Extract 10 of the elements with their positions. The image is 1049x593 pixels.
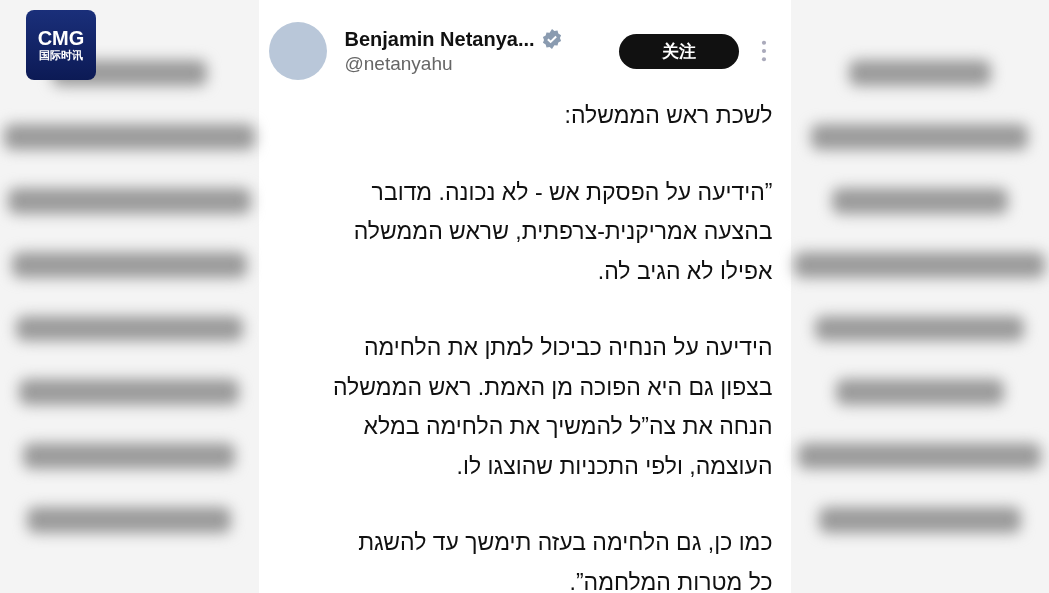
more-options-icon[interactable]: [760, 40, 767, 62]
post-text: לשכת ראש הממשלה:: [563, 101, 773, 130]
logo-subtitle: 国际时讯: [39, 49, 83, 63]
logo-text: CMG: [37, 27, 85, 49]
follow-button[interactable]: 关注: [618, 33, 739, 69]
author-name: Benjamin Netanya...: [344, 27, 535, 51]
post-text: כמו כן, גם הלחימה בעזה תימשך עד להשגת כל מטרות המלחמה”.: [357, 528, 773, 593]
post-text: ”הידיעה על הפסקת אש - לא נכונה. מדובר בהצעה אמריקנית-צרפתית, שראש הממשלה אפילו לא הגיב לה.: [352, 177, 773, 286]
post-text: הידיעה על הנחיה כביכול למתן את הלחימה בצפון גם היא הפוכה מן האמת. ראש הממשלה הנחה את צה”ל להמשיך את הלחימה במלא העוצמה, ולפי התכניות שהוצגו לו.: [331, 333, 773, 481]
author-handle: @netanyahu: [344, 52, 454, 75]
